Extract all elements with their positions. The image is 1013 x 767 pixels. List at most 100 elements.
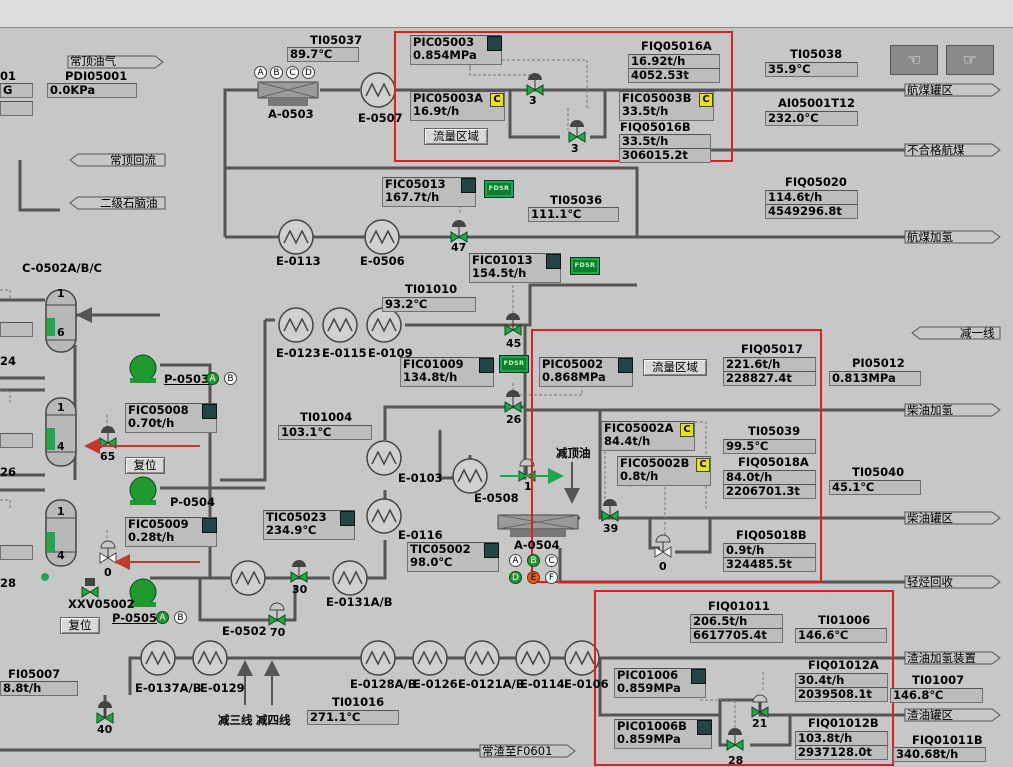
partial-value: 28 <box>0 576 17 590</box>
fan-status-indicator[interactable]: A <box>254 66 267 79</box>
controller-faceplate[interactable]: FIC01009 134.8t/h <box>400 357 494 387</box>
stream-label: 减三线 <box>218 713 253 727</box>
pump-label[interactable]: P-0505 <box>112 611 157 625</box>
reset-button[interactable]: 复位 <box>125 457 165 474</box>
controller-faceplate[interactable]: PIC05003A 16.9t/h C <box>410 91 505 121</box>
tag-value[interactable]: 6617705.4t <box>690 628 783 643</box>
controller-faceplate[interactable]: FIC05003B 33.5t/h C <box>619 91 714 121</box>
partial-value-box[interactable] <box>0 545 33 560</box>
tag-value[interactable]: 324485.5t <box>723 557 816 572</box>
fan-status-indicator[interactable]: C <box>286 66 299 79</box>
controller-faceplate[interactable]: FIC05013 167.7t/h <box>382 177 476 207</box>
partial-value: G <box>3 83 13 97</box>
fdsr-button[interactable]: FDSR <box>499 355 529 373</box>
fan-status-indicator[interactable]: E <box>527 571 540 584</box>
controller-faceplate[interactable]: FIC05008 0.70t/h <box>125 403 217 433</box>
hand-right-icon[interactable]: ☞ <box>946 45 994 75</box>
heat-exchanger-icon <box>278 307 314 343</box>
tag-value[interactable]: 271.1℃ <box>307 710 399 725</box>
fdsr-button[interactable]: FDSR <box>570 257 600 275</box>
pump-status-indicator[interactable]: A <box>156 611 169 624</box>
tag-value[interactable]: 4549296.8t <box>765 204 858 219</box>
tag-value[interactable]: 146.8℃ <box>890 688 983 703</box>
tag-value[interactable]: 228827.4t <box>723 371 816 386</box>
tag-value[interactable]: 103.8t/h <box>795 731 888 746</box>
fan-status-indicator[interactable]: D <box>302 66 315 79</box>
tag-value[interactable]: 8.8t/h <box>0 681 78 696</box>
partial-value-box[interactable] <box>0 322 33 337</box>
fan-status-indicator[interactable]: D <box>509 571 522 584</box>
tag-name: FIQ01011B <box>912 733 983 747</box>
pump-status-indicator[interactable]: B <box>174 611 187 624</box>
valve-opening: 0 <box>104 566 112 579</box>
mode-indicator <box>479 358 494 373</box>
partial-value: 26 <box>0 465 17 479</box>
stream-label: 渣油加氢装置 <box>907 651 976 665</box>
tag-value[interactable]: 99.5℃ <box>723 439 816 454</box>
fan-status-indicator[interactable]: A <box>509 554 522 567</box>
tag-value-text: 221.6t/h <box>726 357 781 371</box>
tag-value[interactable]: 45.1℃ <box>829 480 921 495</box>
pump-status-indicator[interactable]: A <box>206 372 219 385</box>
pump-status-indicator[interactable]: B <box>224 372 237 385</box>
tag-value[interactable]: 0.813MPa <box>829 371 921 386</box>
equipment-label: E-0506 <box>360 254 405 268</box>
tag-value[interactable]: 93.2℃ <box>382 297 476 312</box>
tag-value[interactable]: 16.92t/h <box>628 54 720 69</box>
hand-left-icon[interactable]: ☜ <box>890 45 938 75</box>
tag-value[interactable]: 0.0KPa <box>47 83 137 98</box>
tag-value[interactable]: 306015.2t <box>619 148 711 163</box>
pump-label[interactable]: P-0503 <box>164 372 209 386</box>
tag-value[interactable]: 0.9t/h <box>723 543 816 558</box>
controller-faceplate[interactable]: FIC05002B 0.8t/h C <box>617 456 711 486</box>
tag-value[interactable]: 111.1℃ <box>528 207 619 222</box>
stream-label: 航煤罐区 <box>907 83 953 97</box>
tag-value[interactable]: 33.5t/h <box>619 134 711 149</box>
tag-value[interactable]: 30.4t/h <box>795 673 888 688</box>
reset-button[interactable]: 复位 <box>60 617 100 634</box>
flow-area-button[interactable]: 流量区域 <box>643 359 707 376</box>
tag-value[interactable]: 146.6℃ <box>795 628 887 643</box>
controller-faceplate[interactable]: FIC05009 0.28t/h <box>125 517 217 547</box>
fdsr-button[interactable]: FDSR <box>484 180 514 198</box>
tag-value[interactable]: 232.0°C <box>765 111 858 126</box>
fan-status-indicator[interactable]: B <box>527 554 540 567</box>
tag-value[interactable]: 2039508.1t <box>795 687 888 702</box>
partial-value-box[interactable] <box>0 433 33 448</box>
partial-value-box[interactable] <box>0 101 33 116</box>
fan-status-indicator[interactable]: B <box>270 66 283 79</box>
fan-status-indicator[interactable]: F <box>545 571 558 584</box>
tag-value[interactable]: 4052.53t <box>628 68 720 83</box>
controller-faceplate[interactable]: PIC01006B 0.859MPa <box>614 719 712 749</box>
tag-value-text: 93.2℃ <box>385 297 428 311</box>
tag-value[interactable]: 114.6t/h <box>765 190 858 205</box>
heat-exchanger-icon <box>322 307 358 343</box>
controller-faceplate[interactable]: FIC05002A 84.4t/h C <box>601 421 695 451</box>
tag-value[interactable]: 221.6t/h <box>723 357 816 372</box>
controller-faceplate[interactable]: PIC01006 0.859MPa <box>614 668 706 698</box>
fan-status-indicator[interactable]: C <box>545 554 558 567</box>
tag-value-text: 33.5t/h <box>622 134 669 148</box>
tag-value[interactable]: 84.0t/h <box>723 470 816 485</box>
tag-value-text: 84.4t/h <box>604 434 651 448</box>
tag-name: TI01010 <box>405 282 458 296</box>
controller-faceplate[interactable]: TIC05002 98.0℃ <box>407 542 499 572</box>
cascade-badge: C <box>490 93 504 107</box>
tag-value[interactable]: 103.1℃ <box>278 425 372 440</box>
flow-area-button[interactable]: 流量区域 <box>424 128 488 145</box>
column-tray-label: 1 <box>57 287 65 300</box>
controller-faceplate[interactable]: FIC01013 154.5t/h <box>469 253 561 283</box>
tag-value[interactable]: 206.5t/h <box>690 614 783 629</box>
controller-faceplate[interactable]: PIC05003 0.854MPa <box>410 35 502 65</box>
tag-value[interactable]: 340.68t/h <box>893 747 986 762</box>
tag-value-text: 103.1℃ <box>281 425 332 439</box>
controller-faceplate[interactable]: PIC05002 0.868MPa <box>539 357 633 387</box>
controller-faceplate[interactable]: TIC05023 234.9℃ <box>263 510 355 540</box>
tag-value[interactable]: 2937128.0t <box>795 745 888 760</box>
tag-value-text: 111.1℃ <box>531 207 582 221</box>
tag-value[interactable]: 89.7℃ <box>287 47 359 62</box>
tag-value[interactable]: 35.9°C <box>765 62 858 77</box>
tag-value[interactable]: 2206701.3t <box>723 484 816 499</box>
partial-value-box[interactable]: G <box>0 83 33 98</box>
valve-opening: 70 <box>270 626 286 639</box>
